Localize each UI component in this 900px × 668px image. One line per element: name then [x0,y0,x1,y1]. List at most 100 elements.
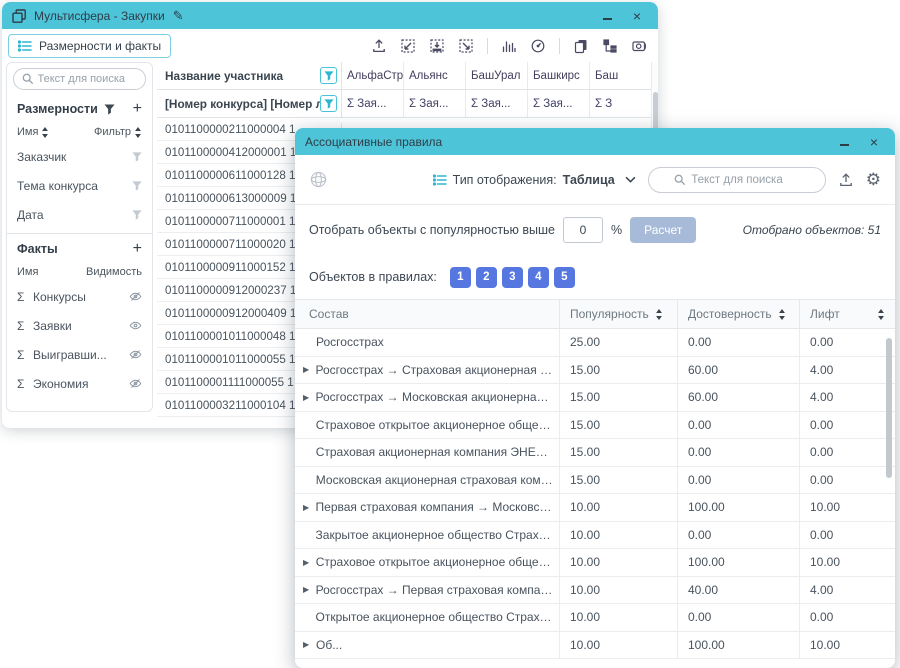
gauge-icon[interactable] [530,38,546,54]
sort-icon[interactable] [778,309,786,320]
col-name-label[interactable]: Имя [17,126,38,138]
popularity-column-header[interactable]: Популярность [559,300,677,328]
dimension-item[interactable]: Дата [7,200,152,229]
row-filter-button[interactable] [320,95,337,112]
expand-arrow-icon[interactable]: ▶ [303,585,316,594]
gear-icon[interactable]: ⚙ [866,171,881,188]
rule-size-button[interactable]: 2 [476,267,497,288]
participant-column-header[interactable]: Башкирс [528,62,590,89]
fact-item[interactable]: Σ Конкурсы [7,282,152,311]
expand-arrow-icon[interactable]: ▶ [303,365,316,374]
measure-cell[interactable]: Σ Зая... [528,90,590,117]
popularity-filter-label: Отобрать объекты с популярностью выше [309,223,555,237]
rule-size-button[interactable]: 1 [450,267,471,288]
minimize-button[interactable] [596,7,618,25]
popularity-cell: 10.00 [559,632,677,659]
structure-icon[interactable] [602,38,618,54]
dimension-item[interactable]: Заказчик [7,142,152,171]
visibility-eye-icon[interactable] [129,349,142,360]
dialog-table-scrollbar[interactable] [886,338,892,478]
main-titlebar[interactable]: Мультисфера - Закупки ✎ × [2,2,658,29]
fact-item[interactable]: Σ Экономия [7,369,152,398]
measure-cell[interactable]: Σ З [590,90,652,117]
copy-icon[interactable] [573,38,589,54]
row-filter-icon[interactable] [132,152,142,162]
column-filter-button[interactable] [320,67,337,84]
rule-row[interactable]: ▶ Страховая акционерная компания ЭНЕРГ..… [295,439,895,467]
participant-column-header[interactable]: Альянс [404,62,466,89]
rule-row[interactable]: ▶ Росгосстрах → Московская акционерная с… [295,384,895,412]
row-filter-icon[interactable] [132,210,142,220]
dialog-search-input[interactable] [691,174,799,186]
rule-size-button[interactable]: 3 [502,267,523,288]
dialog-close-button[interactable]: × [863,133,885,151]
expand-arrow-icon[interactable]: ▶ [303,393,316,402]
chart-icon[interactable] [501,38,517,54]
rule-row[interactable]: ▶ Страховое открытое акционерное общест.… [295,412,895,440]
rule-row[interactable]: ▶ Об... 10.00 100.00 10.00 [295,632,895,660]
display-type-dropdown[interactable]: Тип отображения: Таблица [433,173,636,187]
edit-title-icon[interactable]: ✎ [173,8,184,24]
popularity-threshold-input[interactable] [563,217,603,243]
close-button[interactable]: × [626,7,648,25]
expand-arrow-icon[interactable]: ▶ [303,558,316,567]
participant-column-header[interactable]: Баш [590,62,652,89]
expand-arrow-icon[interactable]: ▶ [303,503,316,512]
row-header-top-cell[interactable]: Название участника [157,62,342,89]
rule-row[interactable]: ▶ Первая страховая компания → Московска.… [295,494,895,522]
visibility-eye-icon[interactable] [129,320,142,331]
sort-icon[interactable] [134,127,142,138]
participant-column-header[interactable]: БашУрал [466,62,528,89]
rule-row[interactable]: ▶ Росгосстрах → Страховая акционерная ко… [295,357,895,385]
dialog-titlebar[interactable]: Ассоциативные правила × [295,128,895,155]
dialog-search[interactable] [648,167,826,193]
add-dimension-button[interactable]: + [133,104,142,114]
calculate-button[interactable]: Расчет [630,217,696,243]
sort-icon[interactable] [877,309,885,320]
fact-item[interactable]: Σ Заявки [7,311,152,340]
row-header-bottom-cell[interactable]: [Номер конкурса] [Номер лота] [157,90,342,117]
dimensions-facts-panel-button[interactable]: Размерности и факты [8,34,171,58]
sphere-icon[interactable] [309,170,328,189]
col-name-label[interactable]: Имя [17,266,38,278]
dialog-minimize-button[interactable] [833,133,855,151]
expand-arrow-icon[interactable]: ▶ [303,640,316,649]
composition-header-label: Состав [309,307,349,321]
collapse-cells-icon[interactable] [458,38,474,54]
filter-icon[interactable] [104,104,115,115]
sort-icon[interactable] [41,127,49,138]
export-icon[interactable] [838,172,854,188]
col-visibility-label[interactable]: Видимость [86,266,142,278]
dimension-item[interactable]: Тема конкурса [7,171,152,200]
rule-row[interactable]: ▶ Московская акционерная страховая комп.… [295,467,895,495]
rule-row[interactable]: ▶ Страховое открытое акционерное общест.… [295,549,895,577]
rule-row[interactable]: ▶ Росгосстрах → Первая страховая компани… [295,577,895,605]
rule-row[interactable]: ▶ Закрытое акционерное общество Страхов.… [295,522,895,550]
export-icon[interactable] [371,38,387,54]
sidebar-search[interactable] [13,68,146,90]
row-filter-icon[interactable] [132,181,142,191]
scan-view-icon[interactable] [631,38,648,54]
rule-size-button[interactable]: 5 [554,267,575,288]
rule-row[interactable]: ▶ Росгосстрах 25.00 0.00 0.00 [295,329,895,357]
fact-item[interactable]: Σ Выигравши... [7,340,152,369]
measure-cell[interactable]: Σ Зая... [466,90,528,117]
visibility-eye-icon[interactable] [129,378,142,389]
rule-size-button[interactable]: 4 [528,267,549,288]
expand-cells-icon[interactable] [400,38,416,54]
confidence-column-header[interactable]: Достоверность [677,300,799,328]
percent-sign: % [611,223,622,237]
rule-row[interactable]: ▶ Открытое акционерное общество Страхов.… [295,604,895,632]
sort-icon[interactable] [655,309,663,320]
participant-column-header[interactable]: АльфаСтр [342,62,404,89]
visibility-eye-icon[interactable] [129,291,142,302]
facts-list: Σ Конкурсы Σ Заявки [7,282,152,398]
composition-column-header[interactable]: Состав [295,307,559,321]
lift-column-header[interactable]: Лифт [799,300,895,328]
measure-cell[interactable]: Σ Зая... [404,90,466,117]
sidebar-search-input[interactable] [38,73,138,85]
add-fact-button[interactable]: + [133,244,142,254]
measure-cell[interactable]: Σ Зая... [342,90,404,117]
load-down-icon[interactable] [429,38,445,54]
col-filter-label[interactable]: Фильтр [94,126,131,138]
